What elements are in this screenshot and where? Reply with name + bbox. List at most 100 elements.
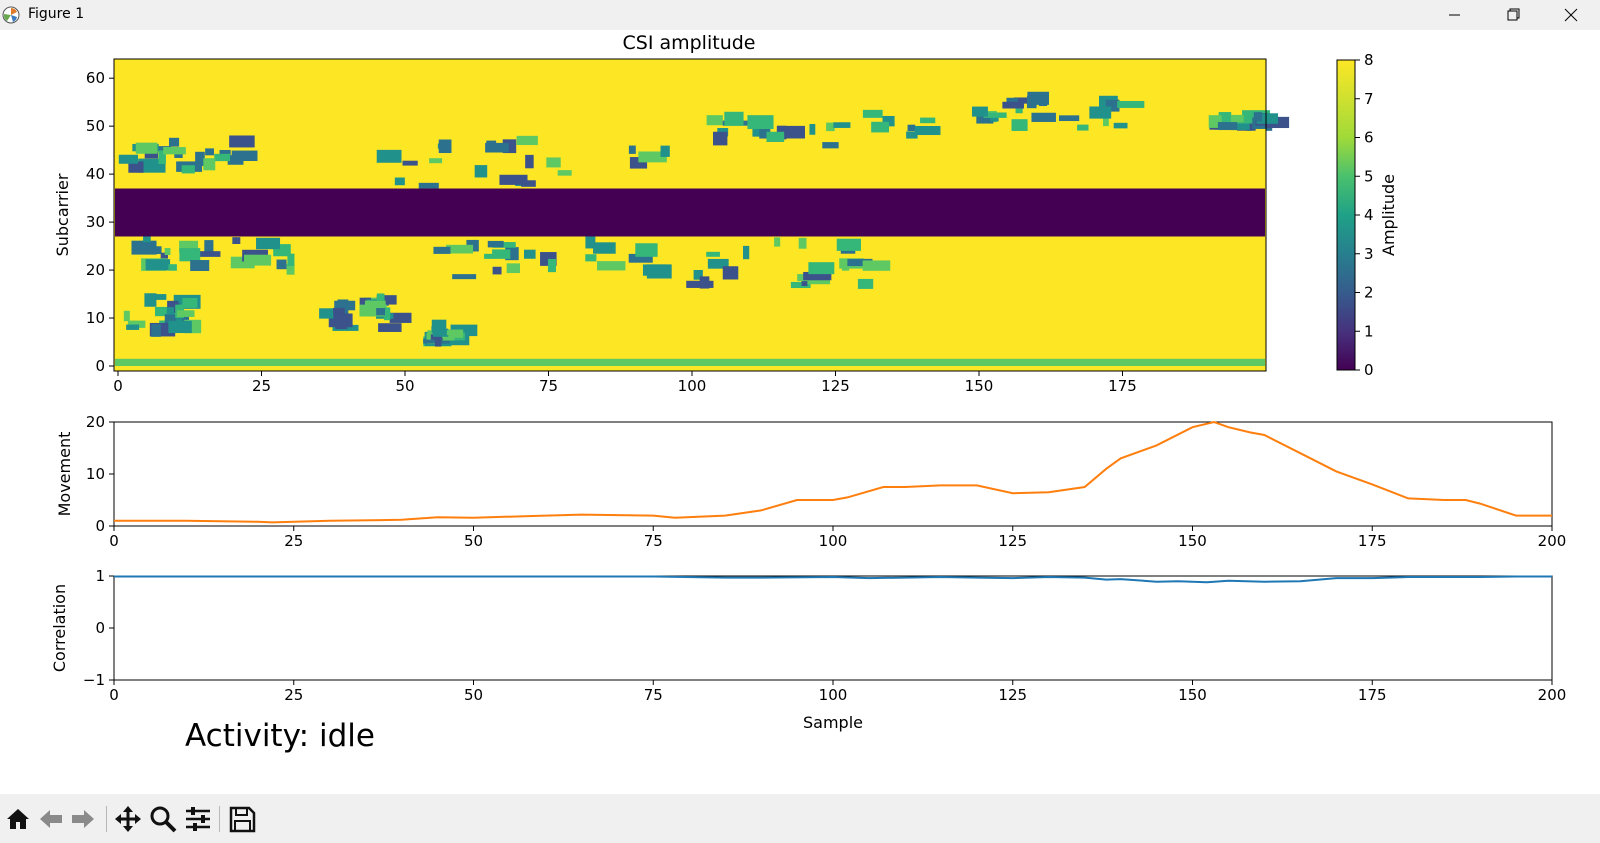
heatmap-patch — [131, 240, 157, 255]
heatmap-patch — [523, 249, 536, 259]
colorbar-tick-label: 7 — [1364, 90, 1374, 108]
heatmap-x-tick-label: 125 — [821, 377, 850, 395]
movement-x-tick-label: 100 — [819, 532, 848, 550]
heatmap-patch — [179, 248, 201, 262]
colorbar-tick-label: 1 — [1364, 322, 1374, 340]
heatmap-patch — [123, 310, 130, 322]
save-icon[interactable] — [227, 804, 257, 834]
movement-x-tick-label: 50 — [464, 532, 483, 550]
heatmap-patch — [319, 308, 334, 319]
heatmap-patch — [774, 237, 781, 247]
heatmap-low-band — [115, 188, 1265, 237]
heatmap-patch — [434, 337, 442, 347]
heatmap-patch — [394, 177, 405, 186]
heatmap-patch — [635, 243, 658, 257]
heatmap-patch — [833, 122, 851, 128]
heatmap-patch — [972, 106, 988, 117]
heatmap-x-tick-label: 25 — [252, 377, 271, 395]
colorbar-tick-label: 6 — [1364, 129, 1374, 147]
heatmap-patch — [446, 330, 455, 336]
heatmap-patch — [642, 264, 666, 276]
heatmap-patch — [516, 135, 538, 146]
correlation-y-tick-label: 1 — [95, 567, 105, 585]
heatmap-y-tick-label: 50 — [86, 117, 105, 135]
heatmap-patch — [525, 154, 534, 169]
home-icon[interactable] — [3, 804, 33, 834]
heatmap-patch — [871, 121, 890, 133]
heatmap-patch — [597, 261, 626, 271]
colorbar-tick-label: 3 — [1364, 245, 1374, 263]
heatmap-x-tick-label: 50 — [395, 377, 414, 395]
heatmap-patch — [487, 240, 504, 248]
heatmap-patch — [181, 165, 195, 174]
back-icon[interactable] — [36, 804, 66, 834]
heatmap-patch — [153, 246, 162, 255]
correlation-x-tick-label: 25 — [284, 686, 303, 704]
heatmap-y-tick-label: 0 — [95, 357, 105, 375]
heatmap-x-tick-label: 100 — [678, 377, 707, 395]
correlation-x-tick-label: 50 — [464, 686, 483, 704]
heatmap-patch — [333, 307, 345, 314]
heatmap-patch — [1089, 106, 1112, 119]
heatmap-patch — [906, 131, 918, 139]
correlation-xticks: 0 25 50 75 100 125 150 175 200 — [109, 680, 1566, 704]
heatmap-patch — [492, 266, 502, 275]
heatmap-patch — [1253, 112, 1263, 122]
heatmap-y-tick-label: 60 — [86, 69, 105, 87]
movement-x-tick-label: 75 — [644, 532, 663, 550]
window-titlebar: Figure 1 — [0, 0, 1600, 30]
heatmap-patch — [164, 248, 171, 256]
heatmap-patch — [484, 253, 494, 259]
heatmap-patch — [256, 237, 281, 250]
heatmap-patch — [822, 142, 839, 149]
colorbar-label: Amplitude — [1379, 174, 1398, 256]
colorbar-ticks: 0 1 2 3 4 5 6 7 8 — [1355, 51, 1374, 379]
heatmap-patch — [1059, 115, 1080, 122]
heatmap-patch — [1217, 122, 1238, 131]
heatmap-patch — [914, 126, 941, 136]
heatmap-patch — [205, 148, 214, 156]
correlation-y-tick-label: −1 — [83, 671, 105, 689]
movement-x-tick-label: 200 — [1538, 532, 1567, 550]
movement-x-tick-label: 0 — [109, 532, 119, 550]
heatmap-patch — [1011, 119, 1028, 131]
heatmap-patch — [151, 324, 161, 337]
heatmap-patch — [376, 308, 386, 316]
heatmap-x-tick-label: 150 — [965, 377, 994, 395]
pan-icon[interactable] — [113, 804, 143, 834]
correlation-xlabel: Sample — [803, 713, 863, 732]
configure-subplots-icon[interactable] — [183, 804, 213, 834]
heatmap-patch — [1117, 100, 1145, 108]
movement-y-tick-label: 20 — [86, 413, 105, 431]
heatmap-patch — [429, 158, 443, 164]
minimize-icon[interactable] — [1426, 0, 1484, 30]
heatmap-patch — [438, 139, 452, 154]
heatmap-patch — [118, 154, 138, 164]
close-icon[interactable] — [1542, 0, 1600, 30]
movement-y-tick-label: 0 — [95, 517, 105, 535]
activity-text: Activity: idle — [185, 718, 375, 754]
heatmap-patch — [743, 245, 750, 260]
heatmap-patch — [920, 117, 936, 124]
correlation-x-tick-label: 75 — [644, 686, 663, 704]
correlation-x-tick-label: 0 — [109, 686, 119, 704]
colorbar-tick-label: 5 — [1364, 167, 1374, 185]
heatmap-patch — [907, 124, 916, 132]
toolbar-separator — [106, 806, 107, 832]
forward-icon[interactable] — [68, 804, 98, 834]
heatmap-patch — [546, 157, 561, 168]
heatmap-patch — [660, 145, 670, 157]
heatmap-patch — [126, 324, 140, 330]
correlation-x-tick-label: 100 — [819, 686, 848, 704]
heatmap-patch — [492, 249, 511, 259]
movement-x-tick-label: 125 — [998, 532, 1027, 550]
zoom-icon[interactable] — [148, 804, 178, 834]
heatmap-patch — [402, 160, 418, 166]
heatmap-patch — [862, 109, 883, 118]
colorbar-tick-label: 4 — [1364, 206, 1374, 224]
heatmap-y-tick-label: 20 — [86, 261, 105, 279]
heatmap-patch — [203, 158, 216, 171]
heatmap-patch — [379, 323, 393, 330]
heatmap-patch — [232, 237, 241, 245]
restore-icon[interactable] — [1484, 0, 1542, 30]
